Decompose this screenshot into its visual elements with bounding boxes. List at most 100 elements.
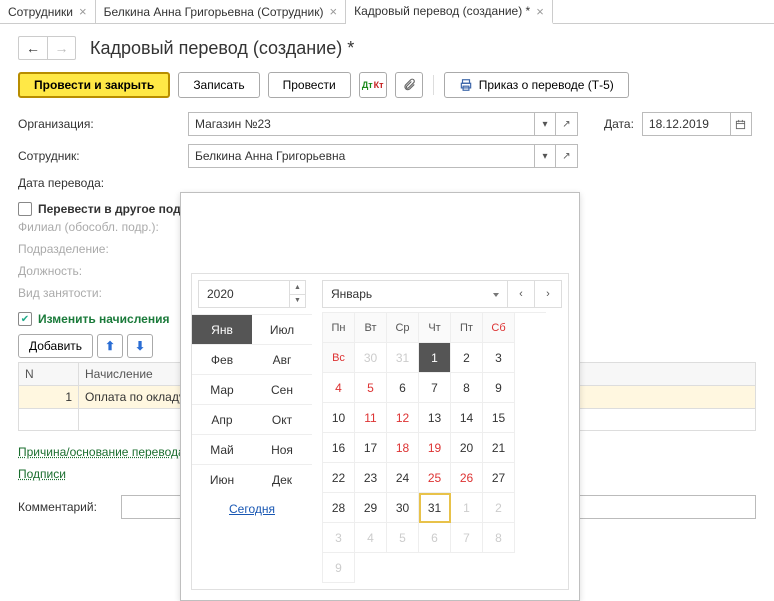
day-cell[interactable]: 6	[387, 373, 419, 403]
day-cell[interactable]: 2	[483, 493, 515, 523]
day-cell[interactable]: 16	[323, 433, 355, 463]
weekday-header: Пн	[323, 313, 355, 343]
dropdown-button[interactable]: ▾	[534, 112, 556, 136]
open-button[interactable]: ↗	[556, 144, 578, 168]
execute-close-button[interactable]: Провести и закрыть	[18, 72, 170, 98]
tab-employees[interactable]: Сотрудники ×	[0, 0, 96, 23]
add-button[interactable]: Добавить	[18, 334, 93, 358]
close-icon[interactable]: ×	[79, 4, 87, 19]
month-cell[interactable]: Ноя	[252, 434, 312, 464]
month-cell[interactable]: Янв	[192, 314, 252, 344]
day-cell[interactable]: 4	[355, 523, 387, 553]
dt-kt-button[interactable]: ДтКт	[359, 72, 387, 98]
month-cell[interactable]: Июл	[252, 314, 312, 344]
month-cell[interactable]: Авг	[252, 344, 312, 374]
day-cell[interactable]: 7	[451, 523, 483, 553]
month-cell[interactable]: Мар	[192, 374, 252, 404]
toolbar: Провести и закрыть Записать Провести ДтК…	[0, 70, 774, 108]
day-cell[interactable]: 25	[419, 463, 451, 493]
day-cell[interactable]: 23	[355, 463, 387, 493]
forward-button[interactable]: →	[47, 37, 75, 59]
today-link[interactable]: Сегодня	[229, 502, 275, 516]
day-cell[interactable]: 1	[419, 343, 451, 373]
day-cell[interactable]: 4	[323, 373, 355, 403]
weekday-header: Вс	[323, 343, 355, 373]
day-cell[interactable]: 9	[323, 553, 355, 583]
close-icon[interactable]: ×	[536, 4, 544, 19]
employee-input[interactable]: Белкина Анна Григорьевна	[188, 144, 534, 168]
day-cell[interactable]: 11	[355, 403, 387, 433]
day-cell[interactable]: 10	[323, 403, 355, 433]
calendar-button[interactable]	[730, 112, 752, 136]
dropdown-button[interactable]: ▾	[534, 144, 556, 168]
dtkt-icon: ДтКт	[362, 81, 384, 90]
day-cell[interactable]: 31	[387, 343, 419, 373]
day-cell[interactable]: 29	[355, 493, 387, 523]
day-cell[interactable]: 28	[323, 493, 355, 523]
execute-button[interactable]: Провести	[268, 72, 351, 98]
employment-label: Вид занятости:	[18, 286, 180, 300]
day-cell[interactable]: 30	[355, 343, 387, 373]
month-cell[interactable]: Дек	[252, 464, 312, 494]
day-cell[interactable]: 8	[483, 523, 515, 553]
day-cell[interactable]: 26	[451, 463, 483, 493]
close-icon[interactable]: ×	[329, 4, 337, 19]
month-cell[interactable]: Сен	[252, 374, 312, 404]
day-cell[interactable]: 15	[483, 403, 515, 433]
next-month-button[interactable]: ›	[534, 280, 562, 308]
day-cell[interactable]: 9	[483, 373, 515, 403]
year-down-button[interactable]: ▼	[290, 294, 305, 308]
day-cell[interactable]: 5	[387, 523, 419, 553]
day-cell[interactable]: 5	[355, 373, 387, 403]
date-input[interactable]: 18.12.2019	[642, 112, 730, 136]
month-cell[interactable]: Окт	[252, 404, 312, 434]
org-input[interactable]: Магазин №23	[188, 112, 534, 136]
day-cell[interactable]: 21	[483, 433, 515, 463]
transfer-date-label: Дата перевода:	[18, 176, 180, 190]
day-cell[interactable]: 30	[387, 493, 419, 523]
day-cell[interactable]: 19	[419, 433, 451, 463]
day-cell[interactable]: 3	[483, 343, 515, 373]
date-label: Дата:	[604, 117, 634, 131]
month-cell[interactable]: Фев	[192, 344, 252, 374]
move-up-button[interactable]: ⬆	[97, 334, 123, 358]
weekday-header: Ср	[387, 313, 419, 343]
day-cell[interactable]: 31	[419, 493, 451, 523]
year-selector[interactable]: 2020 ▲ ▼	[198, 280, 306, 308]
signatures-link[interactable]: Подписи	[18, 467, 66, 481]
tab-transfer[interactable]: Кадровый перевод (создание) * ×	[346, 0, 553, 24]
day-cell[interactable]: 7	[419, 373, 451, 403]
weekday-header: Вт	[355, 313, 387, 343]
col-n: N	[19, 363, 79, 386]
day-cell[interactable]: 14	[451, 403, 483, 433]
day-cell[interactable]: 13	[419, 403, 451, 433]
day-cell[interactable]: 22	[323, 463, 355, 493]
print-order-button[interactable]: Приказ о переводе (Т-5)	[444, 72, 629, 98]
day-cell[interactable]: 17	[355, 433, 387, 463]
day-cell[interactable]: 27	[483, 463, 515, 493]
back-button[interactable]: ←	[19, 37, 47, 59]
change-accruals-checkbox[interactable]	[18, 312, 32, 326]
month-cell[interactable]: Апр	[192, 404, 252, 434]
day-cell[interactable]: 6	[419, 523, 451, 553]
year-up-button[interactable]: ▲	[290, 281, 305, 294]
day-cell[interactable]: 18	[387, 433, 419, 463]
day-cell[interactable]: 24	[387, 463, 419, 493]
tab-employee-card[interactable]: Белкина Анна Григорьевна (Сотрудник) ×	[96, 0, 346, 23]
month-cell[interactable]: Июн	[192, 464, 252, 494]
day-cell[interactable]: 20	[451, 433, 483, 463]
day-cell[interactable]: 8	[451, 373, 483, 403]
open-button[interactable]: ↗	[556, 112, 578, 136]
reason-link[interactable]: Причина/основание перевода	[18, 445, 185, 459]
attachments-button[interactable]	[395, 72, 423, 98]
other-dept-checkbox[interactable]	[18, 202, 32, 216]
move-down-button[interactable]: ⬇	[127, 334, 153, 358]
write-button[interactable]: Записать	[178, 72, 259, 98]
month-cell[interactable]: Май	[192, 434, 252, 464]
day-cell[interactable]: 3	[323, 523, 355, 553]
month-selector[interactable]: Январь	[322, 280, 508, 308]
day-cell[interactable]: 1	[451, 493, 483, 523]
day-cell[interactable]: 12	[387, 403, 419, 433]
day-cell[interactable]: 2	[451, 343, 483, 373]
prev-month-button[interactable]: ‹	[507, 280, 535, 308]
